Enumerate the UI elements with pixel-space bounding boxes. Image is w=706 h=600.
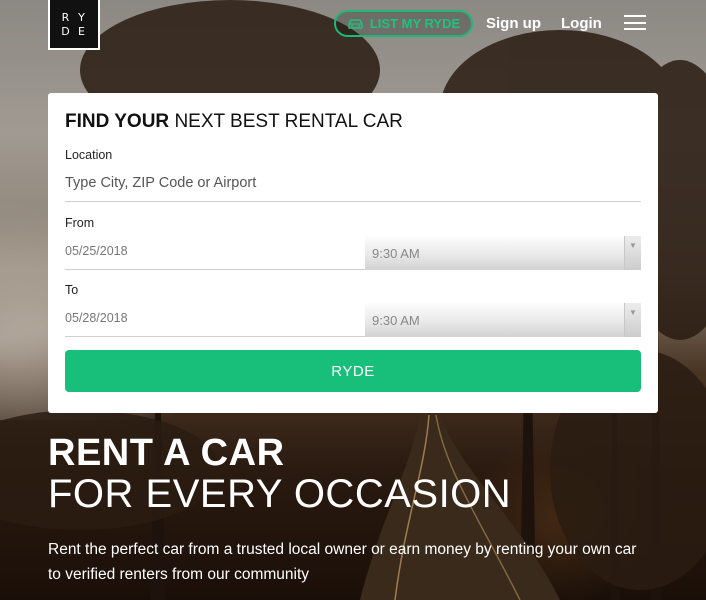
dropdown-arrow-icon: ▼ xyxy=(624,236,641,270)
login-link[interactable]: Login xyxy=(561,15,602,32)
to-date-input[interactable]: 05/28/2018 xyxy=(65,303,365,337)
to-label: To xyxy=(65,283,79,297)
from-label: From xyxy=(65,216,95,230)
signup-link[interactable]: Sign up xyxy=(486,15,541,32)
hamburger-menu-icon[interactable] xyxy=(624,15,646,30)
logo-letter: Y xyxy=(78,10,86,24)
from-time-select[interactable]: 9:30 AM ▼ xyxy=(365,236,641,270)
search-card-title: FIND YOUR NEXT BEST RENTAL CAR xyxy=(65,111,403,133)
hero-subtitle: FOR EVERY OCCASION xyxy=(48,472,512,516)
title-bold: FIND YOUR xyxy=(65,111,170,132)
title-rest: NEXT BEST RENTAL CAR xyxy=(169,111,403,132)
dropdown-arrow-icon: ▼ xyxy=(624,303,641,337)
hero-title: RENT A CAR xyxy=(48,432,285,474)
logo-letter: R xyxy=(61,10,71,24)
logo-letter: D xyxy=(61,24,71,38)
logo-letter: E xyxy=(78,24,86,38)
search-card: FIND YOUR NEXT BEST RENTAL CAR Location … xyxy=(48,93,658,413)
ryde-submit-button[interactable]: RYDE xyxy=(65,350,641,392)
location-input[interactable] xyxy=(65,165,641,202)
to-time-select[interactable]: 9:30 AM ▼ xyxy=(365,303,641,337)
ryde-logo[interactable]: R Y D E xyxy=(48,0,100,50)
car-icon xyxy=(348,18,363,29)
hero-description: Rent the perfect car from a trusted loca… xyxy=(48,541,637,583)
from-time-value: 9:30 AM xyxy=(372,246,420,261)
from-date-input[interactable]: 05/25/2018 xyxy=(65,236,365,270)
list-my-ryde-button[interactable]: LIST MY RYDE xyxy=(334,10,473,37)
location-label: Location xyxy=(65,148,113,162)
to-time-value: 9:30 AM xyxy=(372,313,420,328)
list-my-ryde-label: LIST MY RYDE xyxy=(369,16,461,31)
